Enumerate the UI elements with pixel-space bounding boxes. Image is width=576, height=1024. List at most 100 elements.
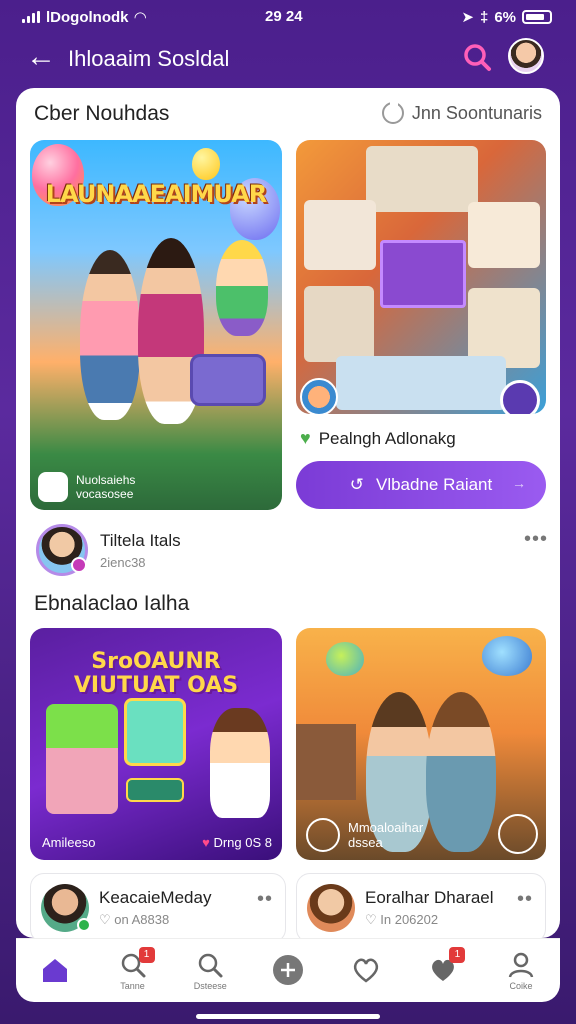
creator-avatar[interactable] — [498, 814, 538, 854]
nav-label: Coike — [509, 980, 533, 991]
user-name: Eoralhar Dharael — [365, 888, 494, 907]
nav-discover[interactable]: Dsteese — [180, 943, 240, 999]
collage-panel — [304, 200, 376, 270]
back-arrow-icon[interactable]: ← — [26, 42, 60, 76]
user-row[interactable]: Tiltela Itals 2ienc38 — [36, 524, 181, 576]
card4-caption-title: Mmoaloaihar — [348, 820, 424, 835]
user-card[interactable]: KeacaieMeday ♡ on A8838 •• — [30, 873, 286, 938]
page-title: Ihloaaim Sosldal — [68, 46, 230, 71]
primary-action-button[interactable]: ↺ Vlbadne Raiant → — [296, 461, 546, 509]
card2-label-row: ♥ Pealngh Adlonakg — [300, 428, 456, 449]
user-subtitle: ♡ In 206202 — [365, 912, 439, 927]
nav-label: Tanne — [120, 980, 145, 991]
nav-label: Dsteese — [193, 980, 227, 991]
nav-likes[interactable] — [336, 943, 396, 999]
user-subtitle: ♡ on A8838 — [99, 912, 170, 927]
card-poster-title: LAUNAAEAIMUAR — [45, 180, 267, 208]
profile-avatar[interactable] — [508, 38, 544, 74]
app-header: ← Ihloaaim Sosldal — [0, 34, 576, 86]
heart-outline-icon — [353, 958, 378, 983]
building-image — [296, 724, 356, 800]
card3-footer-right-text: Drng 0S 8 — [213, 835, 272, 850]
user-icon — [508, 952, 534, 977]
collage-panel — [468, 202, 540, 268]
search-icon — [199, 953, 223, 977]
caption-title: Nuolsaiehs — [76, 473, 136, 487]
link-icon[interactable] — [500, 380, 540, 414]
more-options-icon[interactable]: •• — [517, 888, 533, 911]
recommended-card-virtual[interactable]: SroOAUNR VIUTUAT OAS Amileeso ♥ Drng 0S 8 — [30, 628, 282, 860]
refresh-icon — [381, 102, 404, 124]
battery-icon — [522, 10, 552, 24]
more-options-icon[interactable]: ••• — [524, 528, 548, 551]
home-icon — [42, 958, 67, 982]
play-icon: ↺ — [349, 475, 364, 494]
battery-percent: 6% — [494, 8, 516, 26]
online-badge — [77, 918, 91, 932]
bottom-nav: 1 Tanne Dsteese 1 Coike — [16, 938, 560, 1002]
bird-character — [326, 642, 364, 676]
card3-footer-left: Amileeso — [42, 835, 96, 850]
carrier-label: lDogolnodk — [46, 8, 129, 26]
search-icon[interactable] — [460, 40, 494, 74]
nav-search[interactable]: 1 Tanne — [103, 943, 163, 999]
status-bar: lDogolnodk ◠ 29 24 ➤ ‡ 6% — [0, 0, 576, 34]
heart-icon: ♥ — [202, 835, 210, 850]
nav-favorites[interactable]: 1 — [413, 943, 473, 999]
status-right: ➤ ‡ 6% — [461, 8, 552, 26]
caption-sub: vocasosee — [76, 487, 134, 501]
character-avatar — [300, 378, 338, 414]
card4-caption-sub: dssea — [348, 835, 383, 850]
card3-footer-right: ♥ Drng 0S 8 — [202, 835, 272, 850]
section-title-featured: Cber Nouhdas — [34, 102, 169, 126]
status-left: lDogolnodk ◠ — [22, 8, 146, 26]
card3-title-line1: SroOAUNR — [91, 649, 221, 674]
video-frame — [124, 698, 186, 766]
creator-avatar[interactable] — [306, 818, 340, 852]
nav-profile[interactable]: Coike — [491, 943, 551, 999]
video-frame — [46, 704, 118, 814]
card3-title-line2: VIUTUAT OAS — [73, 673, 239, 698]
collage-panel — [366, 146, 478, 212]
featured-card-collage[interactable] — [296, 140, 546, 414]
user-avatar[interactable] — [41, 884, 91, 932]
more-options-icon[interactable]: •• — [257, 888, 273, 911]
notification-badge: 1 — [138, 946, 155, 963]
section-title-text: Cber Nouhdas — [34, 102, 170, 125]
arrow-icon: → — [512, 475, 526, 491]
add-icon — [272, 954, 303, 985]
wifi-icon: ◠ — [134, 9, 147, 26]
card3-footer: Amileeso ♥ Drng 0S 8 — [42, 835, 272, 850]
video-frame — [380, 240, 466, 308]
location-icon: ➤ — [461, 9, 474, 26]
user-avatar[interactable] — [36, 524, 88, 576]
child-figure — [80, 250, 140, 420]
status-badge — [71, 557, 87, 573]
home-indicator[interactable] — [196, 1014, 380, 1019]
card-caption: Nuolsaiehs vocasosee — [38, 472, 135, 502]
bird-character — [482, 636, 532, 676]
user-subtitle: 2ienc38 — [100, 554, 146, 570]
section-title-recommended: Ebnalaclao Ialha — [34, 592, 190, 615]
card3-poster-title: SroOAUNR VIUTUAT OAS — [30, 650, 282, 698]
cartoon-character — [210, 708, 270, 818]
cartoon-character — [216, 240, 268, 336]
join-link-label: Jnn Soontunaris — [411, 102, 542, 123]
recommended-card-friends[interactable]: Mmoaloaihar dssea — [296, 628, 546, 860]
card2-label: Pealngh Adlonakg — [318, 428, 456, 448]
channel-logo-icon — [38, 472, 68, 502]
balloon-image — [192, 148, 220, 180]
join-link[interactable]: Jnn Soontunaris — [381, 102, 542, 124]
nav-home[interactable] — [25, 943, 85, 999]
user-card[interactable]: Eoralhar Dharael ♡ In 206202 •• — [296, 873, 546, 938]
collage-panel — [336, 356, 506, 410]
collage-panel — [304, 286, 374, 362]
user-name: KeacaieMeday — [99, 888, 212, 907]
user-avatar[interactable] — [307, 884, 355, 932]
nav-create[interactable] — [258, 943, 318, 999]
heart-icon: ♥ — [300, 428, 311, 448]
signal-icon — [22, 11, 40, 23]
featured-card-kids[interactable]: LAUNAAEAIMUAR Nuolsaiehs vocasosee — [30, 140, 282, 510]
controller-image — [126, 778, 184, 802]
toy-car-image — [190, 354, 266, 406]
